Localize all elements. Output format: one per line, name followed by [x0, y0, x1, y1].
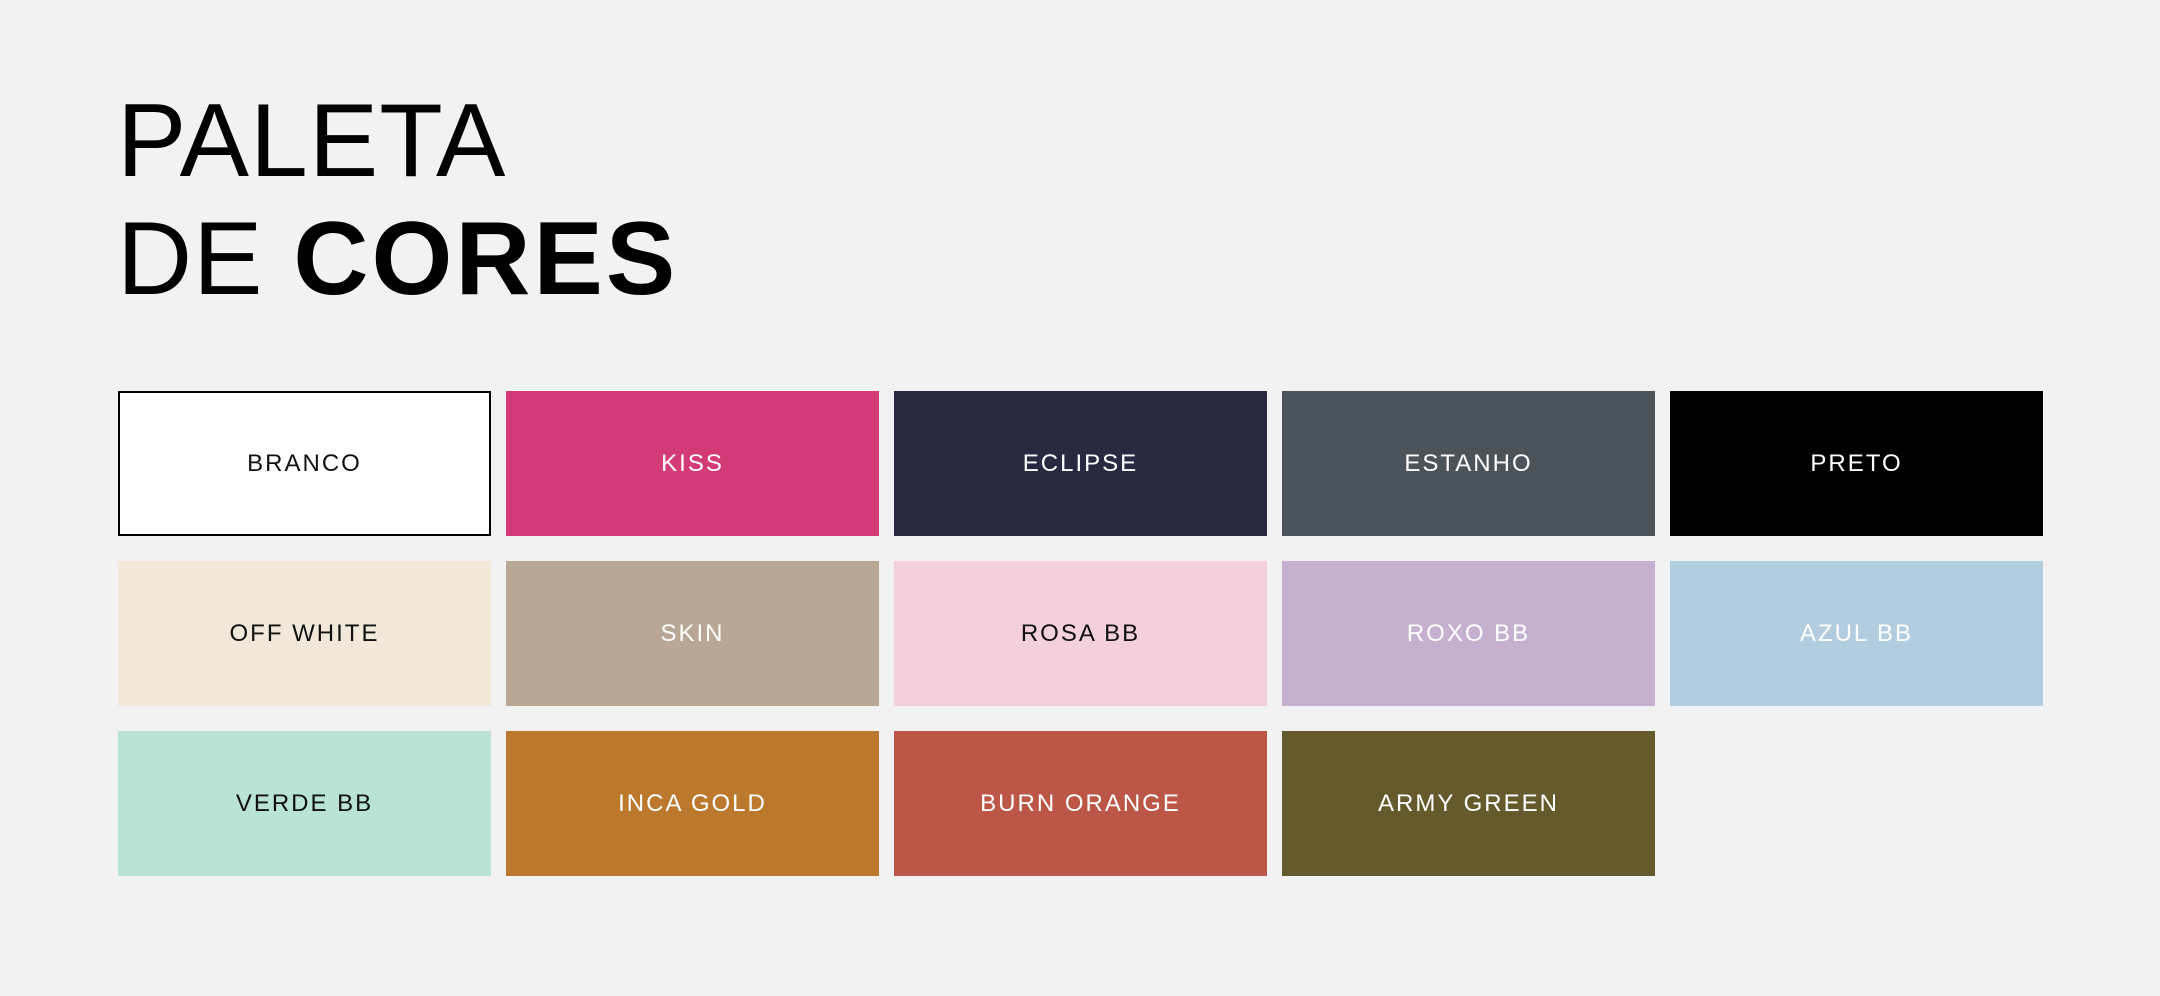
swatch-label: ROXO BB: [1406, 619, 1531, 647]
title-line-2: DE CORES: [117, 200, 678, 318]
color-swatch-azul-bb: AZUL BB: [1670, 561, 2043, 706]
title-word-cores: CORES: [293, 201, 679, 317]
swatch-label: INCA GOLD: [618, 789, 767, 817]
page-title: PALETA DE CORES: [117, 82, 678, 318]
color-swatch-verde-bb: VERDE BB: [118, 731, 491, 876]
title-word-de: DE: [117, 201, 264, 317]
color-swatch-preto: PRETO: [1670, 391, 2043, 536]
swatch-label: ECLIPSE: [1022, 449, 1139, 477]
color-swatch-eclipse: ECLIPSE: [894, 391, 1267, 536]
swatch-label: ESTANHO: [1404, 449, 1533, 477]
color-swatch-burn-orange: BURN ORANGE: [894, 731, 1267, 876]
color-swatch-off-white: OFF WHITE: [118, 561, 491, 706]
color-palette-grid: BRANCO KISS ECLIPSE ESTANHO PRETO OFF WHITE SK…: [118, 391, 2043, 876]
swatch-label: BURN ORANGE: [980, 789, 1181, 817]
color-swatch-estanho: ESTANHO: [1282, 391, 1655, 536]
color-swatch-roxo-bb: ROXO BB: [1282, 561, 1655, 706]
color-swatch-army-green: ARMY GREEN: [1282, 731, 1655, 876]
swatch-label: ARMY GREEN: [1378, 789, 1559, 817]
swatch-label: VERDE BB: [235, 789, 374, 817]
swatch-label: AZUL BB: [1799, 619, 1914, 647]
color-swatch-skin: SKIN: [506, 561, 879, 706]
swatch-label: KISS: [661, 449, 724, 477]
swatch-label: OFF WHITE: [229, 619, 380, 647]
color-swatch-rosa-bb: ROSA BB: [894, 561, 1267, 706]
swatch-label: BRANCO: [247, 449, 362, 477]
swatch-label: ROSA BB: [1020, 619, 1141, 647]
title-line-1: PALETA: [117, 83, 507, 199]
color-swatch-branco: BRANCO: [118, 391, 491, 536]
swatch-label: PRETO: [1810, 449, 1903, 477]
color-swatch-inca-gold: INCA GOLD: [506, 731, 879, 876]
swatch-label: SKIN: [660, 619, 725, 647]
color-swatch-kiss: KISS: [506, 391, 879, 536]
